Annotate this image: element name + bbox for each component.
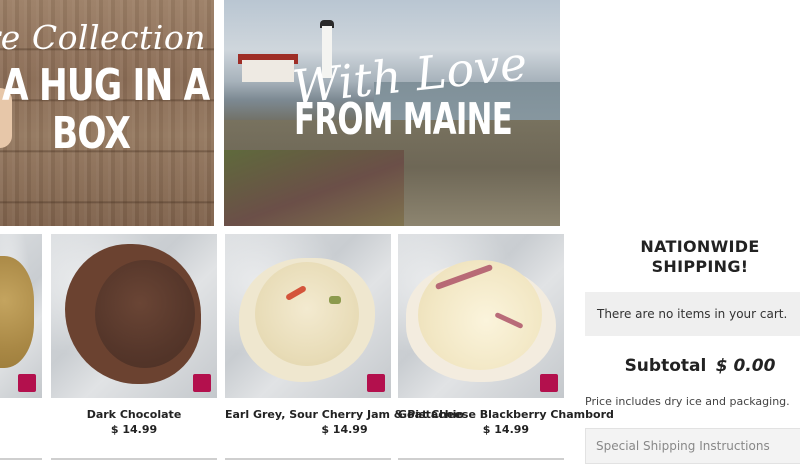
banner-with-love-from-maine[interactable]: With Love FROM MAINE xyxy=(224,0,560,226)
product-image[interactable] xyxy=(0,234,42,398)
add-to-cart-button[interactable] xyxy=(367,374,385,392)
banner-hug-in-a-box[interactable]: ure Collection A HUG IN A BOX xyxy=(0,0,214,226)
product-card[interactable]: Dark Chocolate $ 14.99 xyxy=(51,234,217,436)
cart-heading: NATIONWIDE SHIPPING! xyxy=(640,237,760,276)
product-price: $ 14.99 xyxy=(110,423,158,436)
banner-title-line2: BOX xyxy=(52,108,131,159)
banner-house xyxy=(242,60,294,82)
banner-title-line1: A HUG IN A xyxy=(2,60,210,111)
add-to-cart-button[interactable] xyxy=(193,374,211,392)
subtotal-label: Subtotal xyxy=(624,356,707,376)
shipping-note: Price includes dry ice and packaging. xyxy=(585,395,790,408)
shipping-instructions-input[interactable] xyxy=(585,428,800,464)
banner-grass-image xyxy=(224,150,404,226)
product-card[interactable]: Goat Cheese Blackberry Chambord $ 14.99 xyxy=(398,234,614,436)
pistachio-fleck xyxy=(329,296,341,304)
banner-script-text: ure Collection xyxy=(0,18,206,57)
product-price: $ 14.99 xyxy=(482,423,530,436)
product-image[interactable] xyxy=(398,234,564,398)
banner-title: FROM MAINE xyxy=(294,94,513,145)
cart-subtotal: Subtotal $ 0.00 xyxy=(600,356,800,376)
product-image[interactable] xyxy=(51,234,217,398)
ice-cream-scoop-image xyxy=(0,256,34,368)
add-to-cart-button[interactable] xyxy=(18,374,36,392)
ice-cream-scoop-image xyxy=(418,260,542,370)
ice-cream-scoop-image xyxy=(95,260,195,368)
add-to-cart-button[interactable] xyxy=(540,374,558,392)
product-image[interactable] xyxy=(225,234,391,398)
product-name[interactable]: Dark Chocolate xyxy=(51,408,217,421)
subtotal-value: $ 0.00 xyxy=(715,356,776,376)
product-name[interactable]: Goat Cheese Blackberry Chambord xyxy=(398,408,614,421)
cart-empty-message: There are no items in your cart. xyxy=(585,292,800,336)
ice-cream-scoop-image xyxy=(255,262,359,366)
product-card[interactable] xyxy=(0,234,42,398)
